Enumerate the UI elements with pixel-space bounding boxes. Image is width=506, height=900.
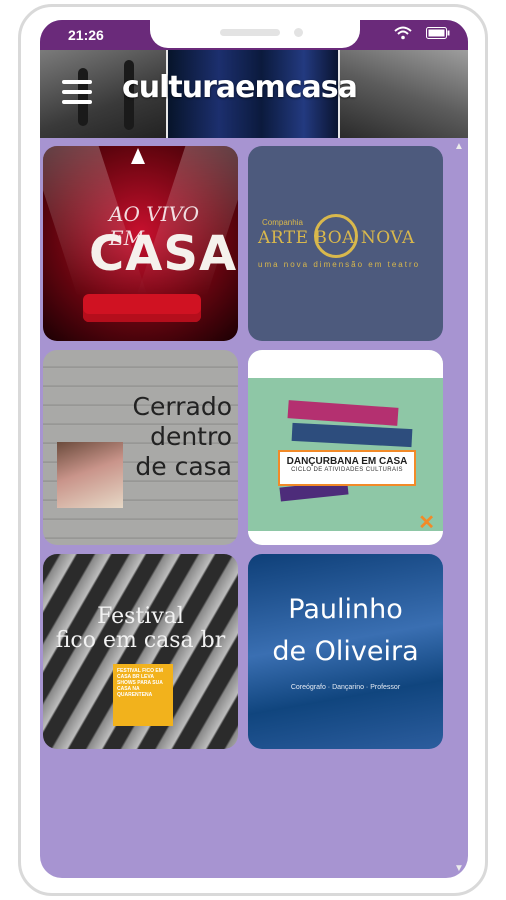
tile-subtitle: Coreógrafo · Dançarino · Professor xyxy=(290,684,401,691)
tile-subtitle: CICLO DE ATIVIDADES CULTURAIS xyxy=(291,467,403,473)
tile-label-box: DANÇURBANA EM CASA CICLO DE ATIVIDADES C… xyxy=(278,450,416,486)
app-header: culturaemcasa xyxy=(40,50,468,138)
app-brand-title: culturaemcasa xyxy=(122,70,358,105)
decorative-bar xyxy=(291,422,413,448)
status-bar: 21:26 xyxy=(40,20,468,50)
event-grid: AO VIVO EM CASA Companhia ARTE BOA NOVA … xyxy=(40,138,468,878)
wifi-icon xyxy=(394,26,412,40)
festival-poster: FESTIVAL FICO EM CASA BR LEVA SHOWS PARA… xyxy=(113,664,173,726)
portrait-photo xyxy=(57,442,123,508)
tile-title: DANÇURBANA EM CASA xyxy=(286,456,408,467)
red-sofa-icon xyxy=(83,294,201,322)
brand-logo-icon xyxy=(131,148,145,164)
scroll-down-icon[interactable]: ▼ xyxy=(454,864,464,874)
tile-title: fico em casa br xyxy=(55,628,226,653)
tile-title: Paulinho xyxy=(288,594,403,625)
tile-title: CASA xyxy=(89,226,238,282)
status-icons xyxy=(394,26,450,40)
tile-subtitle: uma nova dimensão em teatro xyxy=(258,260,421,269)
app-screen: 21:26 culturaemcasa AO VIVO EM CASA Comp… xyxy=(40,20,468,878)
menu-icon[interactable] xyxy=(62,78,96,106)
tile-paulinho-de-oliveira[interactable]: Paulinho de Oliveira Coreógrafo · Dançar… xyxy=(248,554,443,749)
decorative-bar xyxy=(287,400,399,426)
decorative-band xyxy=(248,350,443,378)
status-time: 21:26 xyxy=(68,27,104,43)
decorative-band xyxy=(248,531,443,545)
phone-notch xyxy=(150,20,360,48)
tile-ao-vivo-em-casa[interactable]: AO VIVO EM CASA xyxy=(43,146,238,341)
tile-title: ARTE BOA NOVA xyxy=(258,228,415,248)
tile-dancurbana-em-casa[interactable]: DANÇURBANA EM CASA CICLO DE ATIVIDADES C… xyxy=(248,350,443,545)
tile-title: Festival xyxy=(97,604,184,629)
tile-arte-boa-nova[interactable]: Companhia ARTE BOA NOVA uma nova dimensã… xyxy=(248,146,443,341)
camera-dot xyxy=(294,28,303,37)
tile-festival-fico-em-casa[interactable]: Festival fico em casa br FESTIVAL FICO E… xyxy=(43,554,238,749)
scroll-up-icon[interactable]: ▲ xyxy=(454,142,464,152)
battery-icon xyxy=(426,27,450,39)
speaker-grille xyxy=(220,29,280,36)
tile-title: de Oliveira xyxy=(272,636,419,667)
tile-cerrado-dentro-de-casa[interactable]: Cerrado dentro de casa xyxy=(43,350,238,545)
tile-small-label: Companhia xyxy=(262,218,303,227)
tile-title: Cerrado xyxy=(132,392,232,421)
scrollbar[interactable]: ▲ ▼ xyxy=(450,138,468,878)
poster-text: FESTIVAL FICO EM CASA BR LEVA SHOWS PARA… xyxy=(117,668,163,698)
header-photo-turntable xyxy=(340,50,468,138)
